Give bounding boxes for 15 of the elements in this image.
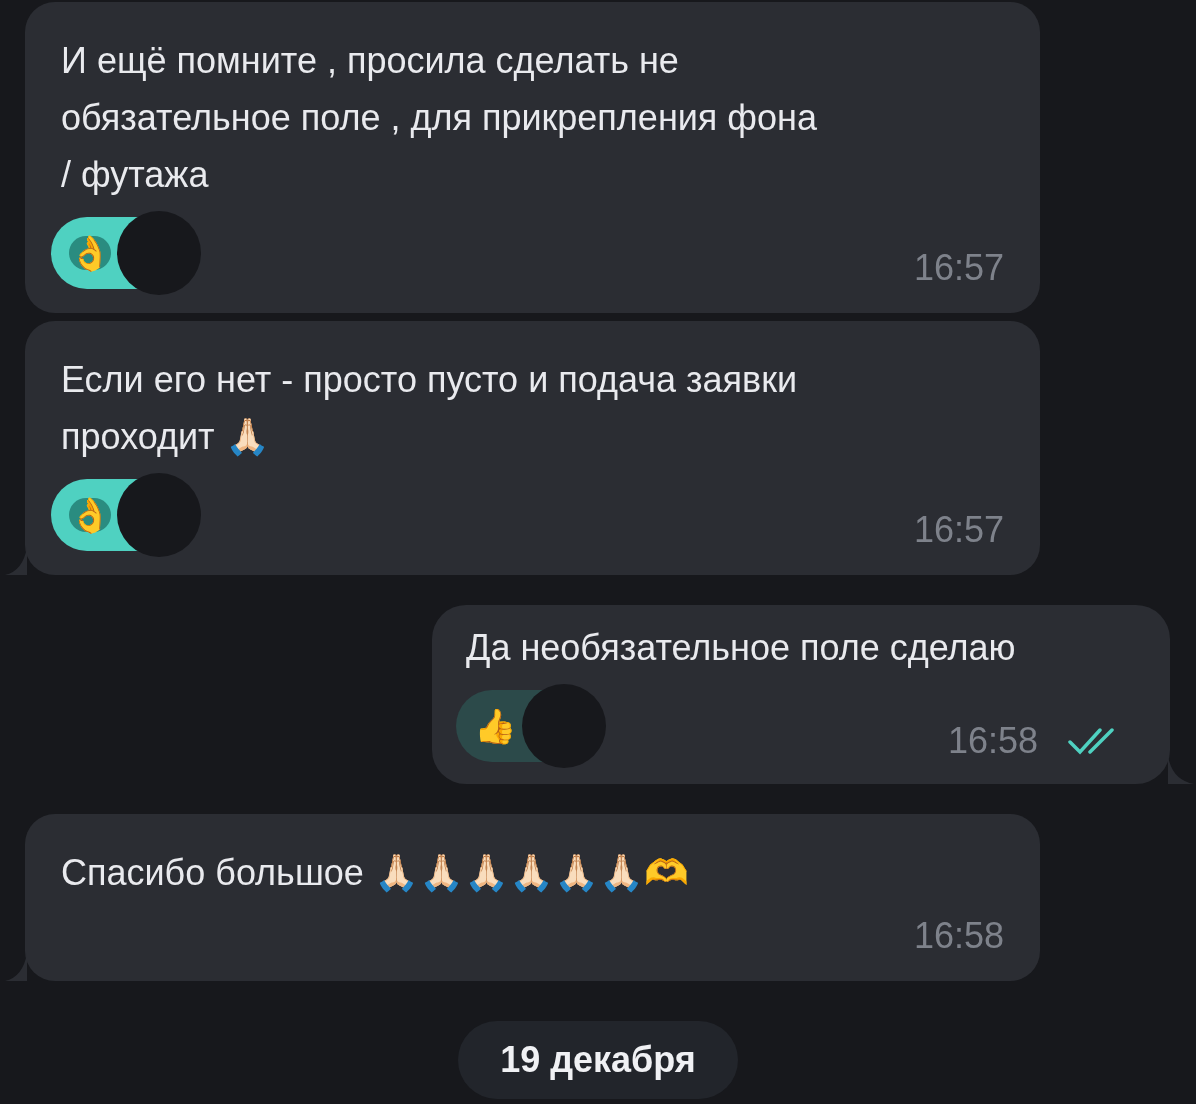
message-time: 16:57 (913, 508, 1004, 552)
message-text: Спасибо большое 🙏🏻🙏🏻🙏🏻🙏🏻🙏🏻🙏🏻🫶 (61, 851, 690, 895)
message-time: 16:58 (913, 914, 1004, 958)
reaction-emoji: 👍 (474, 709, 516, 743)
reaction-emoji: 👌 (69, 498, 111, 532)
reaction-chip[interactable]: 👍 (456, 690, 522, 762)
message-time: 16:57 (913, 246, 1004, 290)
message-text: И ещё помните , просила сделать не обязательное поле , для прикрепления фона / футажа (61, 39, 818, 197)
message-time: 16:58 (947, 719, 1038, 763)
reaction-chip[interactable]: 👌 (51, 217, 117, 289)
date-badge: 19 декабря (458, 1021, 738, 1099)
message-text: Да необязательное поле сделаю (466, 626, 1017, 670)
reaction-emoji: 👌 (69, 236, 111, 270)
message-text: Если его нет - просто пусто и подача заявки проходит 🙏🏻 (61, 358, 798, 459)
reaction-chip[interactable]: 👌 (51, 479, 117, 551)
